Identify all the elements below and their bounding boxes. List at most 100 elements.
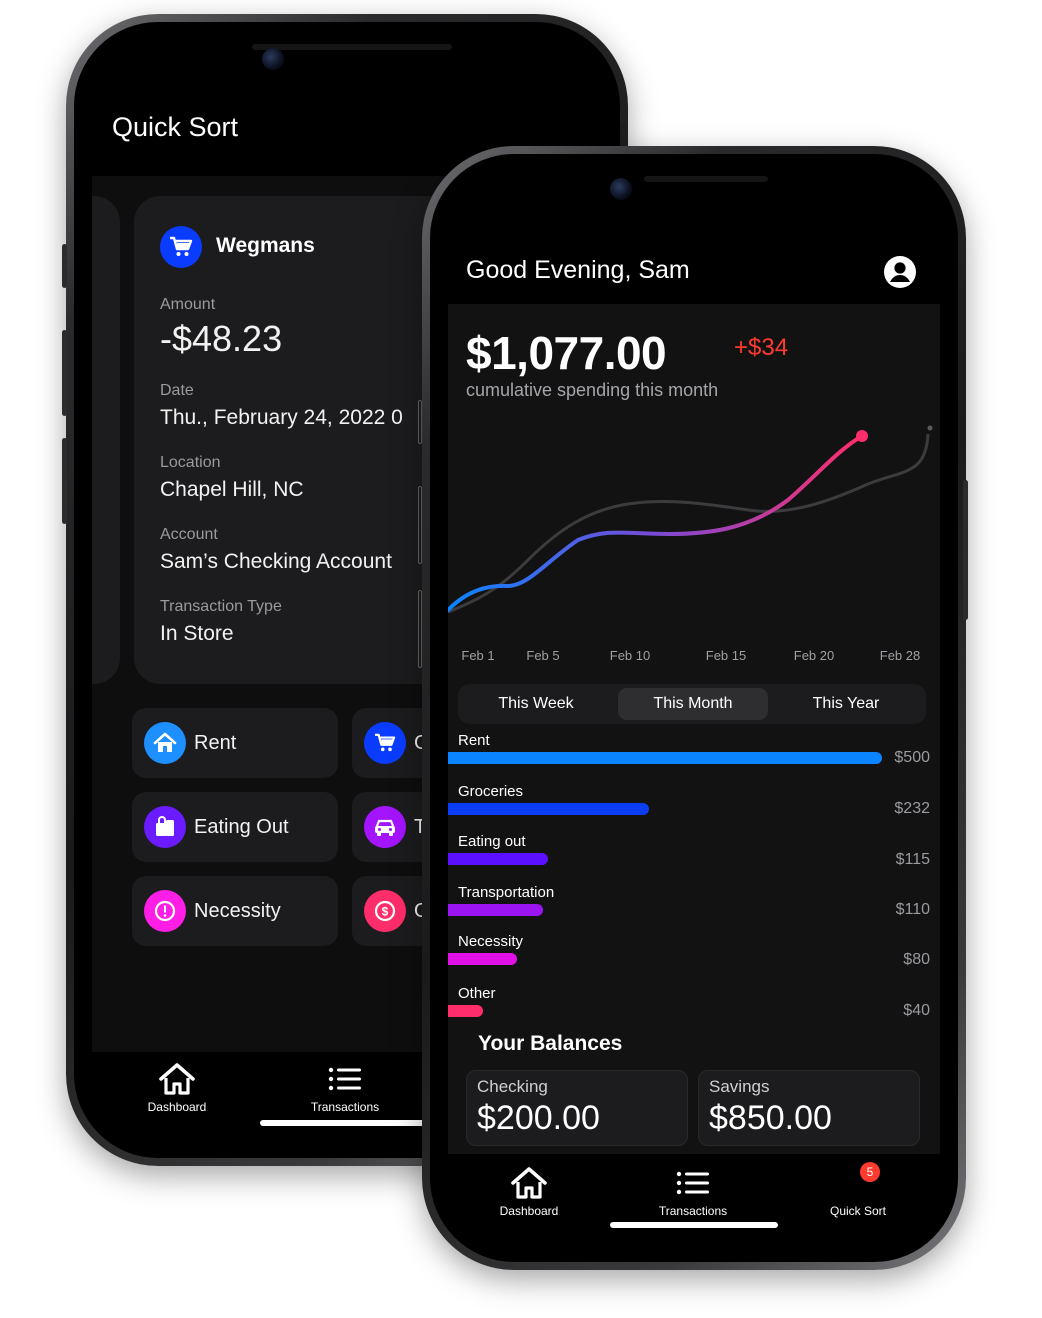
amount-value: -$48.23 xyxy=(160,318,283,359)
category-bar-row[interactable]: Groceries $232 xyxy=(448,783,940,833)
balance-label: Checking xyxy=(477,1077,548,1096)
category-bar xyxy=(448,752,882,764)
category-amount: $500 xyxy=(894,749,930,766)
house-icon xyxy=(511,1167,547,1199)
svg-text:$: $ xyxy=(382,905,389,919)
balance-card-savings[interactable]: Savings $850.00 xyxy=(698,1070,920,1146)
account-value: Sam’s Checking Account xyxy=(160,550,392,573)
volume-down-button xyxy=(62,438,67,524)
notification-badge: 5 xyxy=(860,1162,880,1182)
list-icon xyxy=(676,1171,709,1195)
list-icon xyxy=(328,1067,361,1091)
category-bar xyxy=(448,953,517,965)
location-value: Chapel Hill, NC xyxy=(160,478,304,501)
category-amount: $80 xyxy=(903,951,930,968)
category-bar-row[interactable]: Other $40 xyxy=(448,985,940,1035)
tab-label: Dashboard xyxy=(499,1204,559,1218)
category-amount: $232 xyxy=(894,800,930,817)
category-bar-row[interactable]: Eating out $115 xyxy=(448,833,940,883)
greeting: Good Evening, Sam xyxy=(466,256,690,284)
tab-bar: Dashboard Transactions Quick Sort 5 xyxy=(448,1154,940,1244)
balance-card-checking[interactable]: Checking $200.00 xyxy=(466,1070,688,1146)
date-value: Thu., February 24, 2022 0 xyxy=(160,406,403,429)
end-point-marker xyxy=(927,425,933,431)
category-name: Other xyxy=(458,985,496,1002)
house-icon xyxy=(159,1063,195,1095)
current-month-line xyxy=(448,434,864,612)
tab-transactions[interactable]: Transactions xyxy=(290,1062,400,1114)
tab-dashboard[interactable]: Dashboard xyxy=(122,1062,232,1114)
category-amount: $115 xyxy=(895,851,930,868)
dollar-icon: $ xyxy=(364,890,406,932)
home-indicator[interactable] xyxy=(610,1222,778,1228)
tab-label: Dashboard xyxy=(147,1100,207,1114)
current-point-marker xyxy=(856,430,868,442)
category-button-eating-out[interactable]: Eating Out xyxy=(132,792,338,862)
chart-x-axis: Feb 1 Feb 5 Feb 10 Feb 15 Feb 20 Feb 28 xyxy=(461,648,920,663)
balance-amount: $200.00 xyxy=(477,1099,600,1137)
tab-label: Quick Sort xyxy=(829,1204,886,1218)
category-bar xyxy=(448,904,543,916)
tab-this-year[interactable]: This Year xyxy=(776,688,916,720)
tab-quick-sort[interactable]: Quick Sort xyxy=(803,1166,913,1218)
front-camera xyxy=(262,48,284,70)
exclamation-icon xyxy=(144,890,186,932)
x-tick-label: Feb 28 xyxy=(880,648,920,663)
spending-line-chart[interactable] xyxy=(448,400,940,680)
category-name: Rent xyxy=(458,732,490,749)
date-label: Date xyxy=(160,382,194,399)
tab-label: Transactions xyxy=(658,1204,728,1218)
category-name: Transportation xyxy=(458,884,555,901)
previous-transaction-card[interactable] xyxy=(92,196,120,684)
category-amount: $40 xyxy=(903,1002,930,1019)
location-label: Location xyxy=(160,454,221,471)
dashboard-body: $1,077.00 +$34 cumulative spending this … xyxy=(448,304,940,1154)
category-bar-row[interactable]: Necessity $80 xyxy=(448,933,940,983)
category-label: Rent xyxy=(194,731,237,754)
shopping-cart-icon xyxy=(160,226,202,268)
car-icon xyxy=(364,806,406,848)
tab-this-month[interactable]: This Month xyxy=(618,688,768,720)
category-label: Necessity xyxy=(194,899,281,922)
front-camera xyxy=(610,178,632,200)
mute-switch xyxy=(62,244,67,288)
page-title: Quick Sort xyxy=(112,112,239,142)
category-bar xyxy=(448,853,548,865)
total-spending: $1,077.00 xyxy=(466,327,667,379)
shopping-cart-icon xyxy=(364,722,406,764)
category-amount: $110 xyxy=(895,901,930,918)
balances-title: Your Balances xyxy=(478,1032,623,1055)
period-segmented-control: This Week This Month This Year xyxy=(458,684,926,724)
speaker-grille xyxy=(644,176,768,182)
speaker-grille xyxy=(252,44,452,50)
balance-amount: $850.00 xyxy=(709,1099,832,1137)
spending-change: +$34 xyxy=(734,334,789,361)
category-button-rent[interactable]: Rent xyxy=(132,708,338,778)
phone-dashboard: Good Evening, Sam $1,077.00 +$34 cumulat… xyxy=(422,146,968,1270)
tab-transactions[interactable]: Transactions xyxy=(638,1166,748,1218)
category-name: Eating out xyxy=(458,833,526,850)
power-button xyxy=(963,480,968,620)
x-tick-label: Feb 15 xyxy=(706,648,746,663)
account-label: Account xyxy=(160,526,218,543)
category-name: Groceries xyxy=(458,783,524,800)
category-bar-row[interactable]: Rent $500 xyxy=(448,732,940,782)
category-bar-row[interactable]: Transportation $110 xyxy=(448,884,940,934)
category-bar xyxy=(448,1005,483,1017)
transaction-type-value: In Store xyxy=(160,622,234,645)
transaction-type-label: Transaction Type xyxy=(160,598,282,615)
home-indicator[interactable] xyxy=(260,1120,430,1126)
tab-label: Transactions xyxy=(310,1100,380,1114)
category-label: Eating Out xyxy=(194,815,289,838)
profile-avatar-icon[interactable] xyxy=(884,256,916,288)
tab-dashboard[interactable]: Dashboard xyxy=(474,1166,584,1218)
category-name: Necessity xyxy=(458,933,524,950)
tab-this-week[interactable]: This Week xyxy=(466,688,606,720)
volume-up-button xyxy=(62,330,67,416)
x-tick-label: Feb 1 xyxy=(461,648,494,663)
x-tick-label: Feb 20 xyxy=(794,648,834,663)
merchant-name: Wegmans xyxy=(216,234,315,257)
category-button-necessity[interactable]: Necessity xyxy=(132,876,338,946)
dashboard-screen: Good Evening, Sam $1,077.00 +$34 cumulat… xyxy=(448,172,940,1244)
amount-label: Amount xyxy=(160,296,216,313)
